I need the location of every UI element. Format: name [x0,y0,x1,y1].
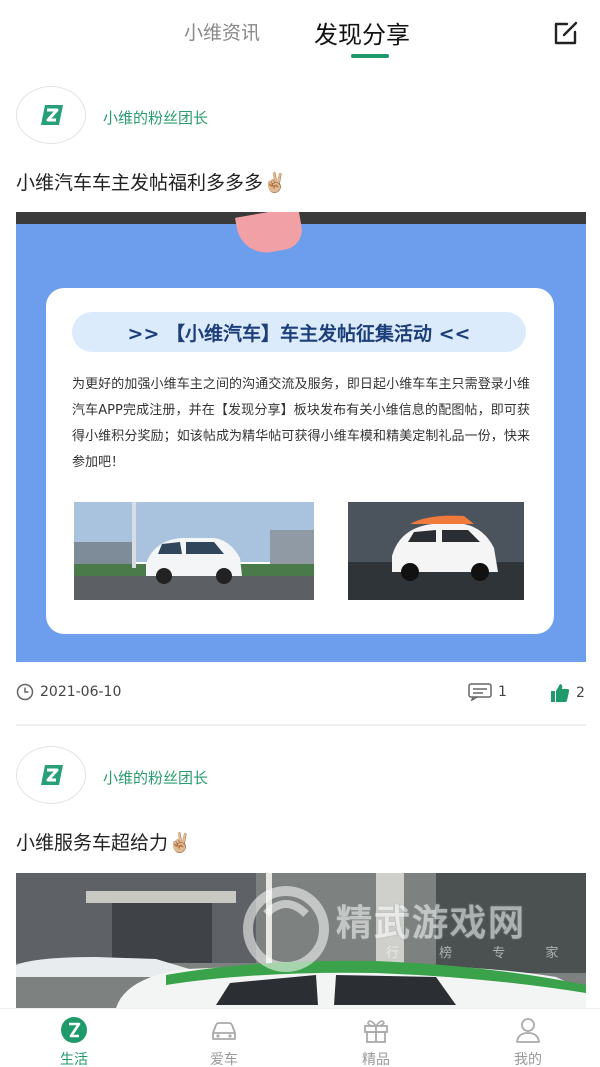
post-image[interactable]: >> 【小维汽车】车主发帖征集活动 << 为更好的加强小维车主之间的沟通交流及服… [16,212,586,662]
thumbs-up-icon [551,684,570,702]
post-meta: 2021-06-10 1 2 [0,677,600,707]
top-tab-bar: 小维资讯 发现分享 [0,0,600,62]
post-divider [16,724,586,726]
poster-banner: >> 【小维汽车】车主发帖征集活动 << [72,312,526,352]
post-title[interactable]: 小维服务车超给力✌🏼 [16,828,192,855]
post-date-text: 2021-06-10 [40,684,122,700]
profile-icon [516,1018,540,1043]
like-count: 2 [576,685,585,701]
post-date: 2021-06-10 [16,683,121,701]
life-icon [61,1017,87,1043]
edit-icon[interactable] [553,20,579,46]
nav-boutique-label: 精品 [362,1052,390,1067]
post-author[interactable]: 小维的粉丝团长 [103,767,208,788]
car-icon [212,1022,236,1040]
comment-count: 1 [498,684,507,700]
nav-profile-label: 我的 [514,1052,542,1067]
post-title[interactable]: 小维汽车车主发帖福利多多多✌🏼 [16,168,287,195]
poster-decoration [235,212,305,258]
promo-poster: >> 【小维汽车】车主发帖征集活动 << 为更好的加强小维车主之间的沟通交流及服… [16,212,586,662]
nav-life-label: 生活 [60,1052,88,1067]
tab-news[interactable]: 小维资讯 [184,18,260,45]
active-tab-indicator [351,54,389,58]
clock-icon [16,683,34,701]
car-photo-road [74,502,314,600]
car-model-photo [348,502,524,600]
avatar[interactable] [16,86,86,144]
comment-button[interactable]: 1 [468,683,507,701]
brand-logo-icon [41,765,63,785]
tab-discover-share[interactable]: 发现分享 [314,15,410,50]
like-button[interactable]: 2 [550,683,585,703]
nav-car[interactable]: 爱车 [184,1015,264,1067]
poster-top-strip [16,212,586,224]
poster-description: 为更好的加强小维车主之间的沟通交流及服务，即日起小维车车主只需登录小维汽车APP… [72,377,530,470]
poster-card: >> 【小维汽车】车主发帖征集活动 << 为更好的加强小维车主之间的沟通交流及服… [46,288,554,634]
nav-profile[interactable]: 我的 [488,1015,568,1067]
nav-car-label: 爱车 [210,1052,238,1067]
gift-icon [364,1020,388,1043]
service-car-photo [16,873,586,1008]
comment-icon [468,683,492,701]
bottom-nav: 生活 爱车 精品 我的 [0,1008,600,1067]
avatar[interactable] [16,746,86,804]
post-image[interactable] [16,873,586,1008]
nav-life[interactable]: 生活 [34,1015,114,1067]
post-author[interactable]: 小维的粉丝团长 [103,107,208,128]
nav-boutique[interactable]: 精品 [336,1015,416,1067]
brand-logo-icon [41,105,63,125]
